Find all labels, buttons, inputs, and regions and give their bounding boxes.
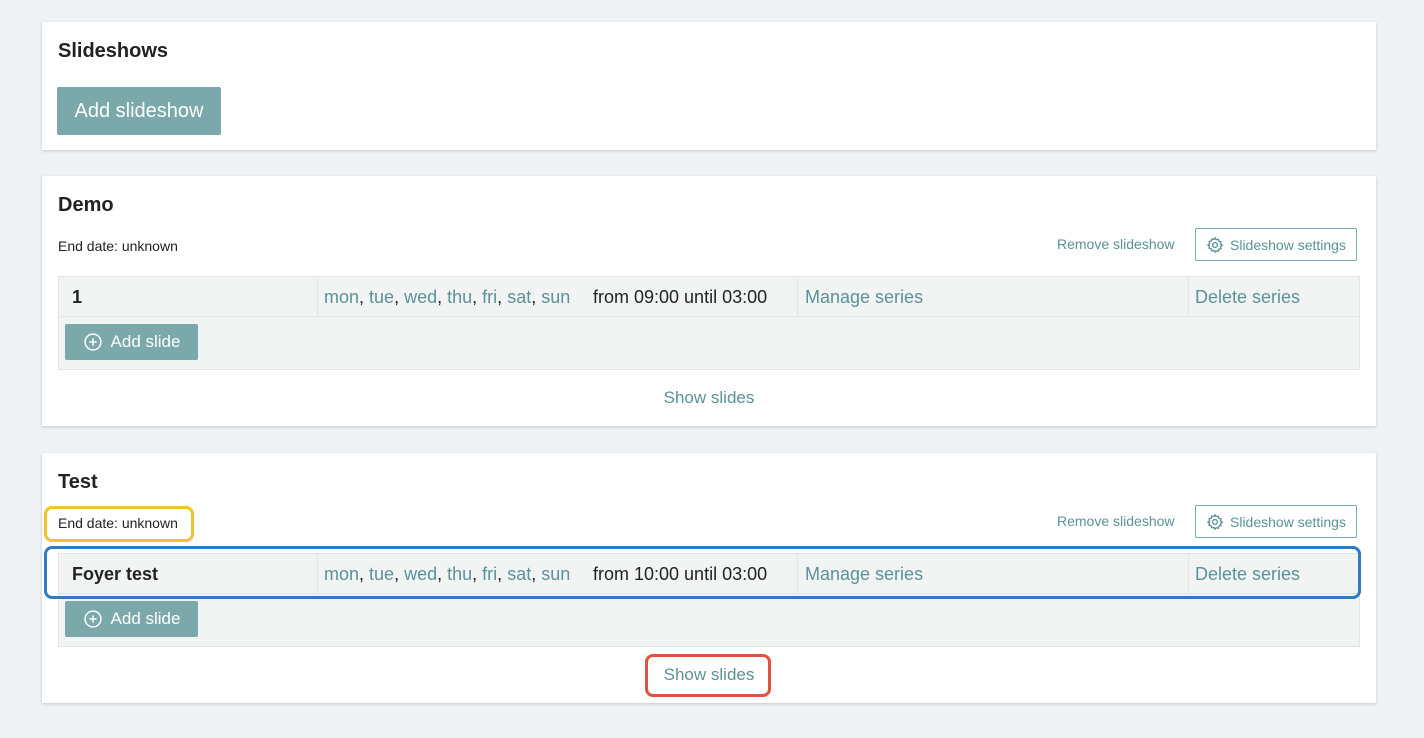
day-link-mon[interactable]: mon xyxy=(324,287,359,308)
add-slide-button[interactable]: Add slide xyxy=(65,601,198,637)
add-slide-row: Add slide xyxy=(59,317,1359,369)
plus-circle-icon xyxy=(83,610,102,628)
gear-icon xyxy=(1206,513,1224,530)
add-slide-label: Add slide xyxy=(110,332,181,351)
slideshow-card-test: Test End date: unknown Remove slideshow … xyxy=(42,453,1376,703)
add-slide-row: Add slide xyxy=(59,594,1359,646)
delete-series-link[interactable]: Delete series xyxy=(1195,564,1300,585)
add-slide-label: Add slide xyxy=(110,609,181,628)
settings-label: Slideshow settings xyxy=(1230,236,1346,253)
day-link-thu[interactable]: thu xyxy=(447,564,472,585)
end-date-label: End date: unknown xyxy=(58,515,178,531)
end-date-label: End date: unknown xyxy=(58,238,178,254)
manage-series-cell: Manage series xyxy=(797,554,923,594)
day-link-wed[interactable]: wed xyxy=(404,287,437,308)
slideshow-settings-button[interactable]: Slideshow settings xyxy=(1195,228,1357,261)
day-link-sat[interactable]: sat xyxy=(507,287,531,308)
remove-slideshow-link[interactable]: Remove slideshow xyxy=(1057,236,1175,252)
show-slides-link[interactable]: Show slides xyxy=(42,388,1376,408)
day-link-sun[interactable]: sun xyxy=(541,564,570,585)
day-link-sat[interactable]: sat xyxy=(507,564,531,585)
show-slides-link[interactable]: Show slides xyxy=(42,665,1376,685)
day-link-wed[interactable]: wed xyxy=(404,564,437,585)
gear-icon xyxy=(1206,236,1224,253)
manage-series-cell: Manage series xyxy=(797,277,923,317)
slideshow-card-demo: Demo End date: unknown Remove slideshow … xyxy=(42,176,1376,426)
slideshow-title: Test xyxy=(58,471,98,493)
day-link-mon[interactable]: mon xyxy=(324,564,359,585)
manage-series-link[interactable]: Manage series xyxy=(805,287,923,308)
series-row: Foyer test mon, tue, wed, thu, fri, sat,… xyxy=(59,554,1359,594)
series-days: mon, tue, wed, thu, fri, sat, sun xyxy=(317,554,570,594)
slideshows-title: Slideshows xyxy=(58,40,169,62)
remove-slideshow-link[interactable]: Remove slideshow xyxy=(1057,513,1175,529)
day-link-fri[interactable]: fri xyxy=(482,564,497,585)
series-time: from 09:00 until 03:00 xyxy=(593,286,768,307)
delete-series-cell: Delete series xyxy=(1188,277,1300,317)
series-time: from 10:00 until 03:00 xyxy=(593,563,768,584)
series-name: 1 xyxy=(72,286,83,307)
series-table: 1 mon, tue, wed, thu, fri, sat, sun from… xyxy=(58,276,1360,370)
day-link-sun[interactable]: sun xyxy=(541,287,570,308)
slideshows-card: Slideshows Add slideshow xyxy=(42,22,1376,150)
add-slide-button[interactable]: Add slide xyxy=(65,324,198,360)
settings-label: Slideshow settings xyxy=(1230,513,1346,530)
day-link-fri[interactable]: fri xyxy=(482,287,497,308)
day-link-thu[interactable]: thu xyxy=(447,287,472,308)
day-link-tue[interactable]: tue xyxy=(369,564,394,585)
plus-circle-icon xyxy=(83,333,102,351)
series-days: mon, tue, wed, thu, fri, sat, sun xyxy=(317,277,570,317)
delete-series-link[interactable]: Delete series xyxy=(1195,287,1300,308)
day-link-tue[interactable]: tue xyxy=(369,287,394,308)
add-slideshow-button[interactable]: Add slideshow xyxy=(57,87,221,135)
slideshow-settings-button[interactable]: Slideshow settings xyxy=(1195,505,1357,538)
slideshow-title: Demo xyxy=(58,194,114,216)
manage-series-link[interactable]: Manage series xyxy=(805,564,923,585)
series-name: Foyer test xyxy=(72,563,159,584)
delete-series-cell: Delete series xyxy=(1188,554,1300,594)
series-row: 1 mon, tue, wed, thu, fri, sat, sun from… xyxy=(59,277,1359,317)
series-table: Foyer test mon, tue, wed, thu, fri, sat,… xyxy=(58,553,1360,647)
